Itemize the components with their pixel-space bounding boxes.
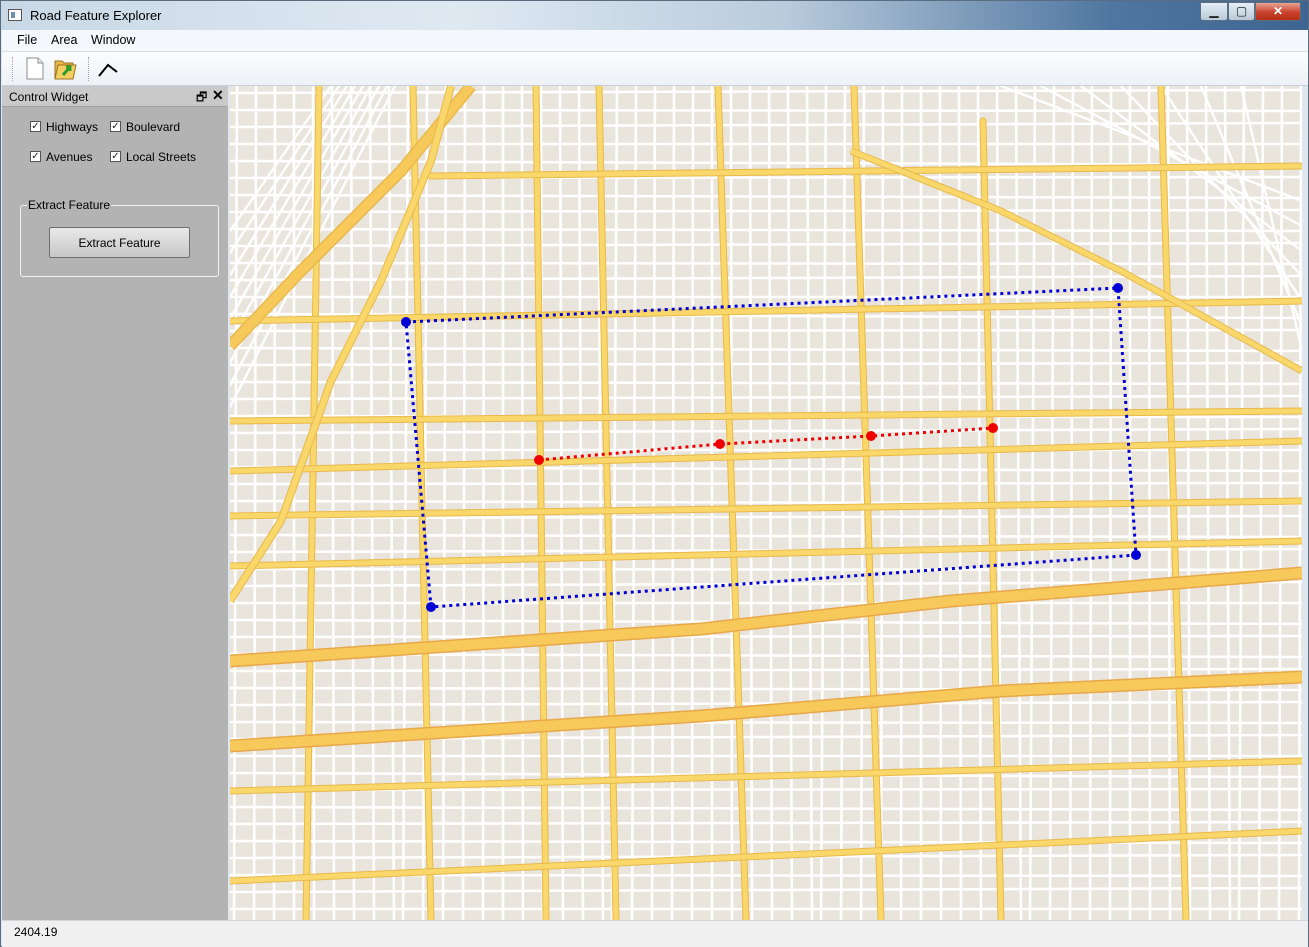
dock-header[interactable]: Control Widget 🗗 ✕ — [2, 86, 228, 107]
local-street — [230, 328, 1302, 333]
app-icon — [8, 9, 22, 21]
map-canvas[interactable] — [230, 86, 1302, 920]
extract-feature-button[interactable]: Extract Feature — [49, 227, 190, 258]
feature-vertex-handle[interactable] — [988, 423, 998, 433]
float-icon[interactable]: 🗗 — [196, 88, 207, 109]
menu-window[interactable]: Window — [91, 33, 135, 47]
status-value: 2404.19 — [14, 925, 58, 939]
road-map[interactable] — [230, 86, 1302, 920]
close-icon[interactable]: ✕ — [212, 87, 224, 104]
maximize-button[interactable]: ▢ — [1228, 2, 1255, 21]
checkbox-box[interactable]: ✓ — [110, 121, 121, 132]
polyline-tool-icon[interactable] — [96, 55, 122, 82]
status-bar: 2404.19 — [2, 920, 1308, 947]
polygon-vertex-handle[interactable] — [426, 602, 436, 612]
polygon-vertex-handle[interactable] — [401, 317, 411, 327]
checkbox-box[interactable]: ✓ — [30, 121, 41, 132]
dock-title: Control Widget — [9, 90, 89, 104]
window-title: Road Feature Explorer — [30, 8, 162, 23]
main-window: Road Feature Explorer ▁ ▢ ✕ File Area Wi… — [0, 0, 1309, 947]
local-street — [230, 481, 1302, 486]
checkbox-label: Boulevard — [126, 120, 181, 134]
open-folder-icon[interactable] — [53, 55, 79, 82]
feature-vertex-handle[interactable] — [534, 455, 544, 465]
local-street — [230, 634, 1302, 639]
local-street — [230, 720, 1302, 725]
close-button[interactable]: ✕ — [1255, 2, 1301, 21]
feature-vertex-handle[interactable] — [866, 431, 876, 441]
checkbox-label: Avenues — [46, 150, 93, 164]
new-file-icon[interactable] — [22, 55, 48, 82]
extract-feature-group: Extract Feature Extract Feature — [20, 198, 219, 277]
checkbox-box[interactable]: ✓ — [110, 151, 121, 162]
feature-vertex-handle[interactable] — [715, 439, 725, 449]
menu-file[interactable]: File — [17, 33, 37, 47]
checkbox-label: Highways — [46, 120, 99, 134]
toolbar — [2, 52, 1308, 86]
menu-area[interactable]: Area — [51, 33, 77, 47]
group-title: Extract Feature — [27, 198, 112, 212]
checkbox-label: Local Streets — [126, 150, 197, 164]
menu-bar: File Area Window — [2, 30, 1308, 52]
checkbox-box[interactable]: ✓ — [30, 151, 41, 162]
toolbar-grip[interactable] — [88, 57, 92, 81]
toolbar-grip[interactable] — [12, 57, 16, 81]
local-street — [230, 108, 1302, 113]
polygon-vertex-handle[interactable] — [1113, 283, 1123, 293]
minimize-button[interactable]: ▁ — [1200, 2, 1228, 21]
title-bar[interactable]: Road Feature Explorer ▁ ▢ ✕ — [1, 1, 1308, 30]
control-widget-dock: Control Widget 🗗 ✕ ✓ Highways ✓ Boulevar… — [2, 86, 228, 920]
local-street — [230, 567, 1302, 572]
polygon-vertex-handle[interactable] — [1131, 550, 1141, 560]
